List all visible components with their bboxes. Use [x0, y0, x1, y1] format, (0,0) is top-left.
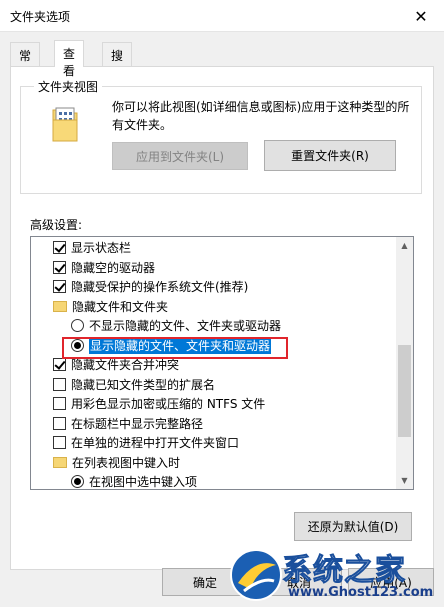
- tab-general[interactable]: 常规: [10, 42, 41, 80]
- checkbox[interactable]: [53, 260, 66, 274]
- settings-item[interactable]: 隐藏已知文件类型的扩展名: [31, 375, 396, 395]
- settings-item[interactable]: 用彩色显示加密或压缩的 NTFS 文件: [31, 394, 396, 414]
- checkbox[interactable]: [53, 436, 66, 450]
- folder-view-label: 文件夹视图: [34, 78, 103, 95]
- settings-item[interactable]: 隐藏空的驱动器: [31, 258, 396, 278]
- advanced-settings-label: 高级设置:: [30, 218, 83, 232]
- checkbox[interactable]: [53, 358, 66, 372]
- radio-button[interactable]: [71, 475, 84, 489]
- tab-view[interactable]: 查看: [54, 40, 85, 78]
- settings-item-label: 在标题栏中显示完整路径: [71, 416, 204, 431]
- restore-defaults-button[interactable]: 还原为默认值(D): [294, 512, 412, 541]
- settings-item-label: 隐藏已知文件类型的扩展名: [71, 377, 216, 392]
- settings-item-label: 在单独的进程中打开文件夹窗口: [71, 436, 240, 451]
- highlight-annotation-box: [62, 337, 288, 359]
- settings-item-label: 隐藏受保护的操作系统文件(推荐): [71, 280, 249, 295]
- vertical-scrollbar[interactable]: ▲ ▼: [396, 237, 413, 489]
- folder-icon: [53, 456, 67, 468]
- settings-item-label: 在视图中选中键入项: [89, 475, 198, 490]
- ok-button[interactable]: 确定: [162, 568, 248, 596]
- window-title: 文件夹选项: [10, 10, 71, 24]
- settings-item[interactable]: 不显示隐藏的文件、文件夹或驱动器: [31, 316, 396, 336]
- apply-to-folders-button[interactable]: 应用到文件夹(L): [112, 142, 248, 170]
- checkbox[interactable]: [53, 241, 66, 255]
- checkbox[interactable]: [53, 397, 66, 411]
- settings-item: 隐藏文件和文件夹: [31, 297, 396, 317]
- settings-item[interactable]: 在视图中选中键入项: [31, 472, 396, 490]
- settings-item[interactable]: 隐藏受保护的操作系统文件(推荐): [31, 277, 396, 297]
- settings-item-label: 不显示隐藏的文件、文件夹或驱动器: [89, 319, 282, 334]
- settings-item-label: 显示状态栏: [71, 241, 132, 256]
- title-bar: 文件夹选项 ✕: [0, 0, 444, 32]
- close-icon[interactable]: ✕: [398, 0, 444, 32]
- apply-button[interactable]: 应用(A): [348, 568, 434, 596]
- settings-item-label: 在列表视图中键入时: [72, 455, 181, 470]
- checkbox[interactable]: [53, 377, 66, 391]
- settings-item-label: 隐藏文件和文件夹: [72, 299, 169, 314]
- reset-folders-button[interactable]: 重置文件夹(R): [264, 140, 396, 171]
- checkbox[interactable]: [53, 416, 66, 430]
- scroll-thumb[interactable]: [398, 345, 411, 437]
- radio-button[interactable]: [71, 319, 84, 333]
- settings-item: 在列表视图中键入时: [31, 453, 396, 473]
- advanced-settings-tree[interactable]: 显示状态栏隐藏空的驱动器隐藏受保护的操作系统文件(推荐) 隐藏文件和文件夹不显示隐…: [30, 236, 414, 490]
- settings-item-label: 隐藏空的驱动器: [71, 260, 156, 275]
- folder-icon: [53, 300, 67, 312]
- checkbox[interactable]: [53, 280, 66, 294]
- cancel-button[interactable]: 取消: [256, 568, 342, 596]
- scroll-up-arrow-icon[interactable]: ▲: [396, 237, 413, 254]
- tab-search[interactable]: 搜索: [102, 42, 133, 80]
- settings-item[interactable]: 显示状态栏: [31, 238, 396, 258]
- settings-item[interactable]: 在单独的进程中打开文件夹窗口: [31, 433, 396, 453]
- scroll-down-arrow-icon[interactable]: ▼: [396, 472, 413, 489]
- folder-view-description: 你可以将此视图(如详细信息或图标)应用于这种类型的所有文件夹。: [112, 100, 410, 132]
- settings-item-label: 用彩色显示加密或压缩的 NTFS 文件: [71, 397, 266, 412]
- settings-item[interactable]: 在标题栏中显示完整路径: [31, 414, 396, 434]
- folder-settings-icon: [52, 107, 78, 142]
